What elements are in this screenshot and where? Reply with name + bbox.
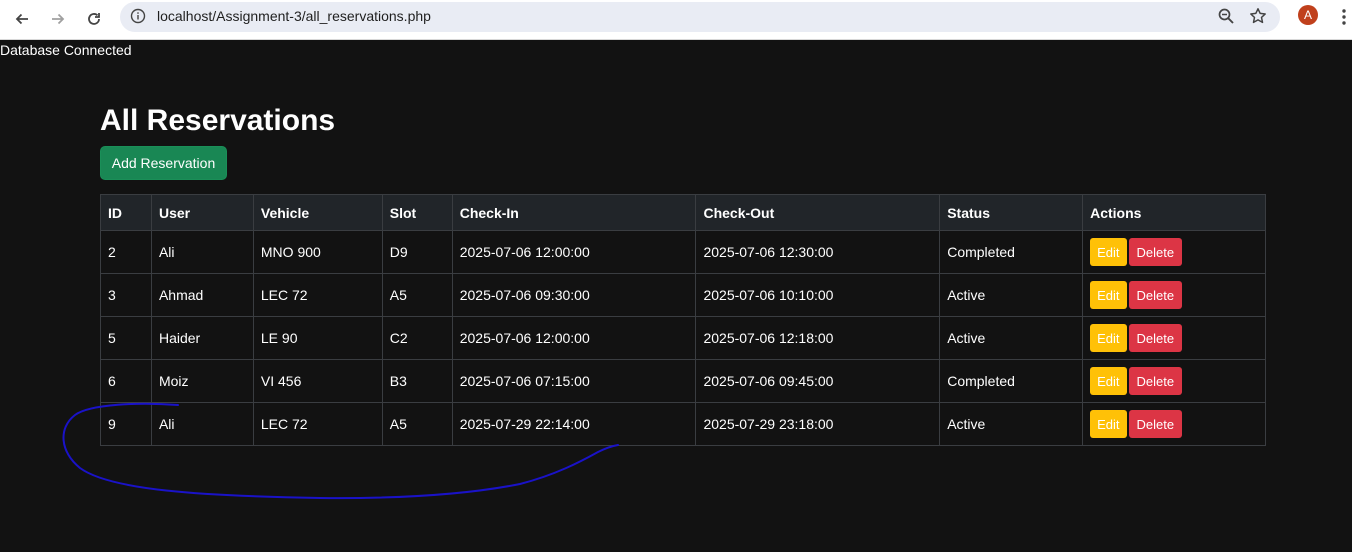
reload-button[interactable]: [80, 5, 108, 33]
back-arrow-icon: [15, 13, 28, 25]
kebab-menu-icon: [1342, 9, 1346, 25]
address-url[interactable]: localhost/Assignment-3/all_reservations.…: [157, 8, 431, 24]
cell-actions: Edit Delete: [1082, 230, 1266, 274]
zoom-icon: [1218, 8, 1234, 24]
cell-id: 6: [100, 359, 152, 403]
cell-user: Haider: [150, 316, 254, 360]
reservations-table: ID User Vehicle Slot Check-In Check-Out …: [100, 194, 1266, 446]
profile-avatar[interactable]: A: [1298, 5, 1318, 25]
cell-check-out: 2025-07-06 09:45:00: [695, 359, 941, 403]
cell-slot: C2: [381, 316, 453, 360]
cell-status: Active: [939, 316, 1084, 360]
page-title: All Reservations: [100, 104, 336, 137]
header-actions: Actions: [1082, 194, 1266, 231]
database-status: Database Connected: [0, 42, 132, 58]
star-icon: [1250, 8, 1266, 24]
cell-vehicle: VI 456: [252, 359, 383, 403]
back-button[interactable]: [8, 5, 36, 33]
edit-button[interactable]: Edit: [1090, 324, 1127, 352]
header-slot: Slot: [381, 194, 453, 231]
header-vehicle: Vehicle: [252, 194, 383, 231]
edit-button[interactable]: Edit: [1090, 281, 1127, 309]
cell-check-out: 2025-07-29 23:18:00: [695, 402, 941, 446]
forward-arrow-icon: [52, 13, 65, 25]
cell-user: Ahmad: [150, 273, 254, 317]
header-id: ID: [100, 194, 152, 231]
delete-button[interactable]: Delete: [1128, 238, 1183, 266]
table-row: 2 Ali MNO 900 D9 2025-07-06 12:00:00 202…: [100, 230, 1266, 274]
cell-check-out: 2025-07-06 12:18:00: [695, 316, 941, 360]
cell-check-in: 2025-07-06 07:15:00: [451, 359, 697, 403]
delete-button[interactable]: Delete: [1128, 324, 1183, 352]
table-row: 5 Haider LE 90 C2 2025-07-06 12:00:00 20…: [100, 316, 1266, 360]
edit-button[interactable]: Edit: [1090, 238, 1127, 266]
cell-actions: Edit Delete: [1082, 359, 1266, 403]
cell-actions: Edit Delete: [1082, 273, 1266, 317]
cell-check-in: 2025-07-06 12:00:00: [451, 230, 697, 274]
cell-status: Active: [939, 402, 1084, 446]
cell-check-out: 2025-07-06 12:30:00: [695, 230, 941, 274]
cell-slot: D9: [381, 230, 453, 274]
table-row: 9 Ali LEC 72 A5 2025-07-29 22:14:00 2025…: [100, 402, 1266, 446]
cell-slot: A5: [381, 402, 453, 446]
table-header-row: ID User Vehicle Slot Check-In Check-Out …: [100, 194, 1266, 231]
cell-status: Completed: [939, 359, 1084, 403]
browser-menu-button[interactable]: [1332, 5, 1352, 29]
browser-toolbar: localhost/Assignment-3/all_reservations.…: [0, 0, 1352, 40]
address-bar[interactable]: localhost/Assignment-3/all_reservations.…: [120, 2, 1280, 32]
delete-button[interactable]: Delete: [1128, 281, 1183, 309]
cell-id: 3: [100, 273, 152, 317]
cell-user: Moiz: [150, 359, 254, 403]
cell-vehicle: LEC 72: [252, 273, 383, 317]
header-user: User: [150, 194, 254, 231]
reload-icon: [88, 13, 100, 25]
cell-slot: B3: [381, 359, 453, 403]
cell-user: Ali: [150, 230, 254, 274]
cell-actions: Edit Delete: [1082, 402, 1266, 446]
cell-id: 9: [100, 402, 152, 446]
forward-button[interactable]: [44, 5, 72, 33]
cell-check-out: 2025-07-06 10:10:00: [695, 273, 941, 317]
add-reservation-button[interactable]: Add Reservation: [100, 146, 227, 180]
table-row: 3 Ahmad LEC 72 A5 2025-07-06 09:30:00 20…: [100, 273, 1266, 317]
cell-check-in: 2025-07-06 09:30:00: [451, 273, 697, 317]
cell-vehicle: LEC 72: [252, 402, 383, 446]
header-check-out: Check-Out: [695, 194, 941, 231]
cell-id: 5: [100, 316, 152, 360]
info-icon[interactable]: [130, 8, 146, 24]
header-check-in: Check-In: [451, 194, 697, 231]
delete-button[interactable]: Delete: [1128, 367, 1183, 395]
table-row: 6 Moiz VI 456 B3 2025-07-06 07:15:00 202…: [100, 359, 1266, 403]
cell-slot: A5: [381, 273, 453, 317]
cell-vehicle: MNO 900: [252, 230, 383, 274]
header-status: Status: [939, 194, 1084, 231]
cell-check-in: 2025-07-06 12:00:00: [451, 316, 697, 360]
zoom-button[interactable]: [1214, 4, 1238, 28]
cell-status: Completed: [939, 230, 1084, 274]
edit-button[interactable]: Edit: [1090, 367, 1127, 395]
cell-user: Ali: [150, 402, 254, 446]
cell-id: 2: [100, 230, 152, 274]
bookmark-button[interactable]: [1246, 4, 1270, 28]
cell-check-in: 2025-07-29 22:14:00: [451, 402, 697, 446]
edit-button[interactable]: Edit: [1090, 410, 1127, 438]
delete-button[interactable]: Delete: [1128, 410, 1183, 438]
cell-vehicle: LE 90: [252, 316, 383, 360]
cell-actions: Edit Delete: [1082, 316, 1266, 360]
cell-status: Active: [939, 273, 1084, 317]
